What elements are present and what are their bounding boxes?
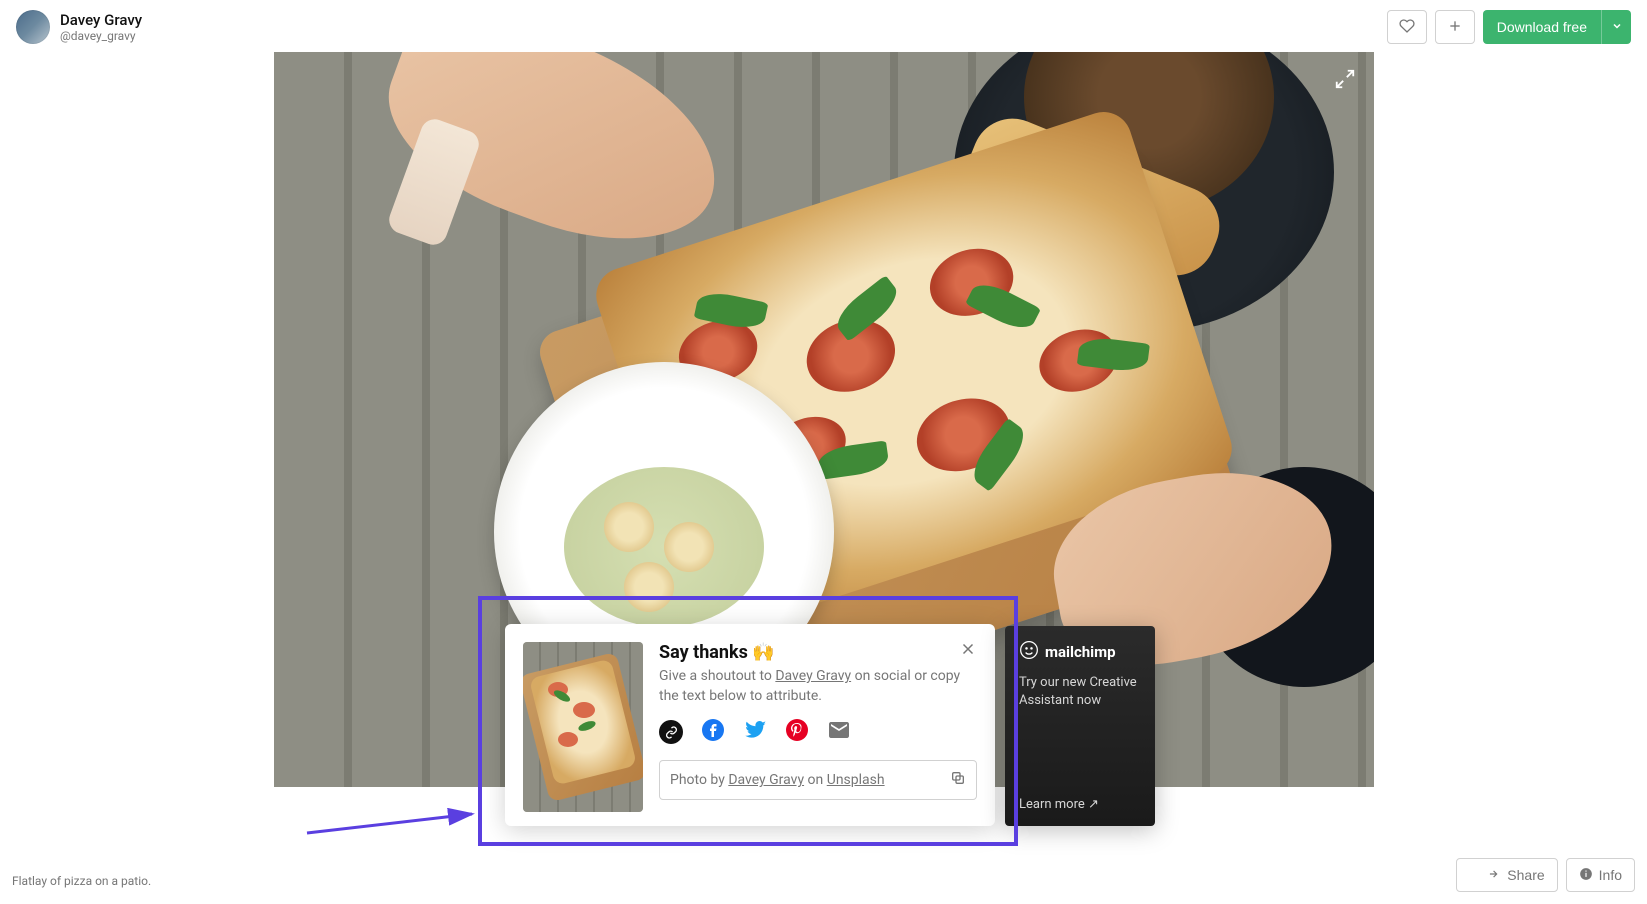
author-link[interactable]: Davey Gravy (775, 668, 851, 684)
pinterest-icon (785, 718, 809, 746)
close-button[interactable] (959, 640, 977, 662)
mail-icon (827, 718, 851, 746)
photo-caption: Flatlay of pizza on a patio. (12, 874, 151, 888)
thanks-thumbnail (523, 642, 643, 812)
email-share-button[interactable] (827, 720, 851, 744)
info-icon (1579, 867, 1593, 884)
avatar[interactable] (16, 10, 50, 44)
copy-link-button[interactable] (659, 720, 683, 744)
copy-attribution-button[interactable] (950, 770, 966, 790)
say-thanks-card: Say thanks 🙌 Give a shoutout to Davey Gr… (505, 624, 995, 826)
share-button[interactable]: Share (1456, 858, 1557, 892)
hug-emoji: 🙌 (752, 642, 774, 663)
facebook-icon (701, 718, 725, 746)
thanks-title: Say thanks 🙌 (659, 642, 977, 663)
add-button[interactable] (1435, 10, 1475, 44)
mailchimp-icon (1019, 640, 1039, 664)
user-block[interactable]: Davey Gravy @davey_gravy (16, 10, 142, 44)
pinterest-share-button[interactable] (785, 720, 809, 744)
heart-icon (1399, 18, 1415, 37)
ad-text: Try our new Creative Assistant now (1019, 674, 1141, 710)
like-button[interactable] (1387, 10, 1427, 44)
attribution-author-link[interactable]: Davey Gravy (728, 772, 804, 788)
photo-food (604, 502, 654, 552)
thanks-subtitle: Give a shoutout to Davey Gravy on social… (659, 667, 977, 706)
link-icon (659, 720, 683, 744)
twitter-share-button[interactable] (743, 720, 767, 744)
ad-learn-more[interactable]: Learn more ↗ (1019, 797, 1099, 812)
user-handle[interactable]: @davey_gravy (60, 29, 142, 43)
ad-card[interactable]: mailchimp Try our new Creative Assistant… (1005, 626, 1155, 826)
plus-icon (1447, 18, 1463, 37)
info-button[interactable]: Info (1566, 858, 1635, 892)
share-icon (1469, 867, 1501, 884)
photo-food (624, 562, 674, 612)
expand-button[interactable] (1334, 68, 1356, 94)
user-name[interactable]: Davey Gravy (60, 11, 142, 29)
attribution-box: Photo by Davey Gravy on Unsplash (659, 760, 977, 800)
attribution-site-link[interactable]: Unsplash (827, 772, 885, 788)
facebook-share-button[interactable] (701, 720, 725, 744)
info-label: Info (1599, 867, 1622, 883)
photo-food (664, 522, 714, 572)
annotation-arrow (302, 808, 482, 838)
ad-logo: mailchimp (1019, 640, 1141, 664)
download-button[interactable]: Download free (1483, 10, 1601, 44)
share-label: Share (1507, 867, 1544, 883)
chevron-down-icon (1611, 20, 1623, 35)
download-options-button[interactable] (1601, 10, 1631, 44)
twitter-icon (743, 718, 767, 746)
